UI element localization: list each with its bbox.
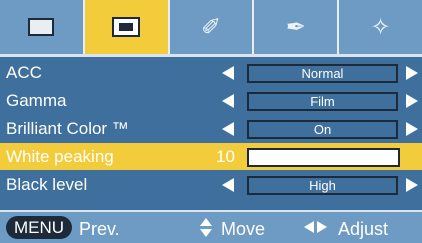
move-hint: Move (221, 219, 266, 239)
left-arrow-icon[interactable] (222, 178, 234, 192)
right-arrow-icon[interactable] (406, 122, 418, 136)
menu-row-value: Normal (247, 64, 398, 83)
tab-network[interactable]: ✧ (339, 0, 422, 54)
menu-row-value: Film (247, 92, 398, 111)
tab-tool[interactable]: ✐ (170, 0, 255, 54)
menu-row-label: Gamma (6, 91, 67, 110)
menu-row-label: White peaking (6, 147, 114, 166)
menu-row-value: High (247, 176, 398, 195)
menu-list: ACC Normal Gamma Film Brilliant Color ™ … (0, 54, 422, 199)
level-readout: 10 (216, 147, 235, 166)
menu-row-label: Brilliant Color ™ (6, 119, 129, 138)
tool-icon: ✐ (200, 13, 222, 41)
menu-row-label: Black level (6, 175, 88, 194)
network-icon: ✧ (370, 13, 391, 41)
left-right-arrows-icon (304, 221, 330, 235)
menu-key-badge: MENU (6, 216, 73, 239)
menu-row-black-level[interactable]: Black level High (0, 171, 422, 198)
adjust-hint: Adjust (338, 219, 389, 239)
footer-hints: MENU Prev. Move Adjust (0, 210, 422, 243)
right-arrow-icon[interactable] (406, 94, 418, 108)
settings-tool-icon: ✒ (285, 13, 306, 41)
prev-hint: Prev. (79, 219, 120, 239)
menu-row-value: On (247, 120, 398, 139)
left-arrow-icon[interactable] (222, 94, 234, 108)
menu-row-white-peaking[interactable]: White peaking 10 (0, 143, 422, 170)
tab-settings[interactable]: ✒ (254, 0, 340, 54)
left-arrow-icon[interactable] (222, 66, 234, 80)
left-arrow-icon[interactable] (222, 122, 234, 136)
menu-row-acc[interactable]: ACC Normal (0, 59, 422, 86)
osd-menu: ✐ ✒ ✧ ACC Normal Gamma Film Brilliant Co… (0, 0, 422, 243)
tab-screen[interactable] (84, 0, 170, 54)
menu-row-label: ACC (6, 63, 42, 82)
right-arrow-icon[interactable] (406, 66, 418, 80)
up-down-arrows-icon (200, 218, 212, 238)
menu-row-brilliant-color[interactable]: Brilliant Color ™ On (0, 115, 422, 142)
right-arrow-icon[interactable] (406, 178, 418, 192)
tab-picture[interactable] (0, 0, 85, 54)
menu-row-gamma[interactable]: Gamma Film (0, 87, 422, 114)
tab-bar: ✐ ✒ ✧ (0, 0, 422, 54)
picture-monitor-icon (28, 18, 55, 36)
white-peaking-slider[interactable] (247, 148, 400, 167)
screen-monitor-icon (112, 17, 141, 37)
